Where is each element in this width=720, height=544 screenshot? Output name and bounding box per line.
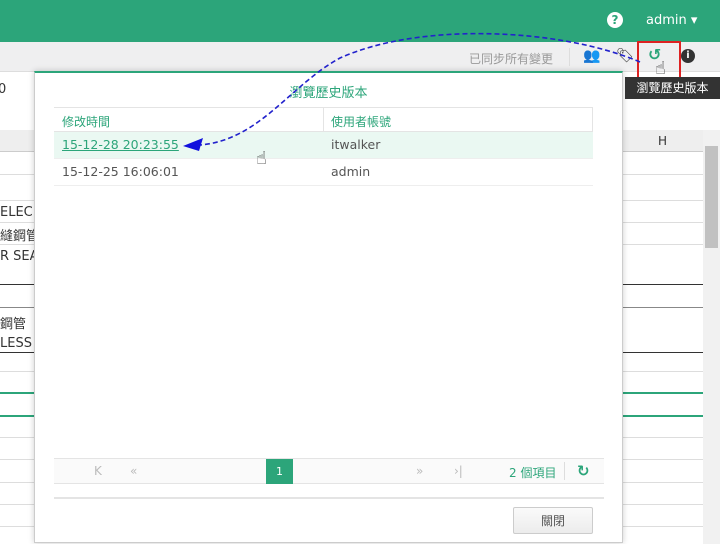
hand-cursor-icon: ☝: [256, 148, 267, 169]
users-icon[interactable]: 👥: [583, 48, 600, 64]
first-page-button[interactable]: K: [94, 464, 102, 478]
user-cell: admin: [331, 164, 371, 179]
time-cell[interactable]: 15-12-25 16:06:01: [62, 164, 179, 179]
user-menu[interactable]: admin ▾: [646, 13, 697, 28]
tooltip: 瀏覽歷史版本: [625, 77, 720, 99]
close-button[interactable]: 關閉: [513, 507, 593, 534]
toolbar: 已同步所有變更 👥 🏷 ↺ i: [0, 42, 720, 72]
cell[interactable]: LESS: [0, 336, 32, 351]
hand-cursor-icon: ☝: [655, 58, 666, 79]
divider: [54, 497, 604, 499]
info-icon[interactable]: i: [681, 49, 695, 63]
pager: K « 1 » ›| 2 個項目 ↻: [54, 458, 604, 484]
divider: [569, 48, 570, 66]
tag-icon[interactable]: 🏷: [616, 48, 634, 64]
history-table: 修改時間 使用者帳號 15-12-28 20:23:55 itwalker 15…: [54, 107, 593, 186]
row-label: 0: [0, 82, 7, 97]
last-page-button[interactable]: ›|: [454, 464, 463, 478]
history-dialog: 瀏覽歷史版本 修改時間 使用者帳號 15-12-28 20:23:55 itwa…: [34, 71, 623, 543]
cell[interactable]: ELEC: [0, 205, 33, 220]
top-bar: ? admin ▾: [0, 0, 720, 42]
user-cell: itwalker: [331, 137, 381, 152]
column-time[interactable]: 修改時間: [62, 113, 110, 130]
table-header: 修改時間 使用者帳號: [54, 107, 593, 132]
vertical-scrollbar[interactable]: [703, 130, 720, 544]
scrollbar-thumb[interactable]: [705, 146, 718, 248]
table-row[interactable]: 15-12-28 20:23:55 itwalker: [54, 132, 593, 159]
refresh-icon[interactable]: ↻: [577, 462, 590, 480]
item-count: 2 個項目: [509, 466, 557, 480]
column-user[interactable]: 使用者帳號: [331, 113, 391, 130]
cell[interactable]: R SEA: [0, 249, 39, 264]
version-link[interactable]: 15-12-28 20:23:55: [62, 137, 179, 152]
sync-status: 已同步所有變更: [469, 52, 554, 66]
dialog-title: 瀏覽歷史版本: [289, 86, 368, 101]
column-header-h[interactable]: H: [658, 134, 667, 148]
next-page-button[interactable]: »: [416, 464, 423, 478]
prev-page-button[interactable]: «: [130, 464, 137, 478]
page-1-button[interactable]: 1: [266, 459, 293, 484]
table-row[interactable]: 15-12-25 16:06:01 admin: [54, 159, 593, 186]
help-icon[interactable]: ?: [607, 12, 623, 28]
